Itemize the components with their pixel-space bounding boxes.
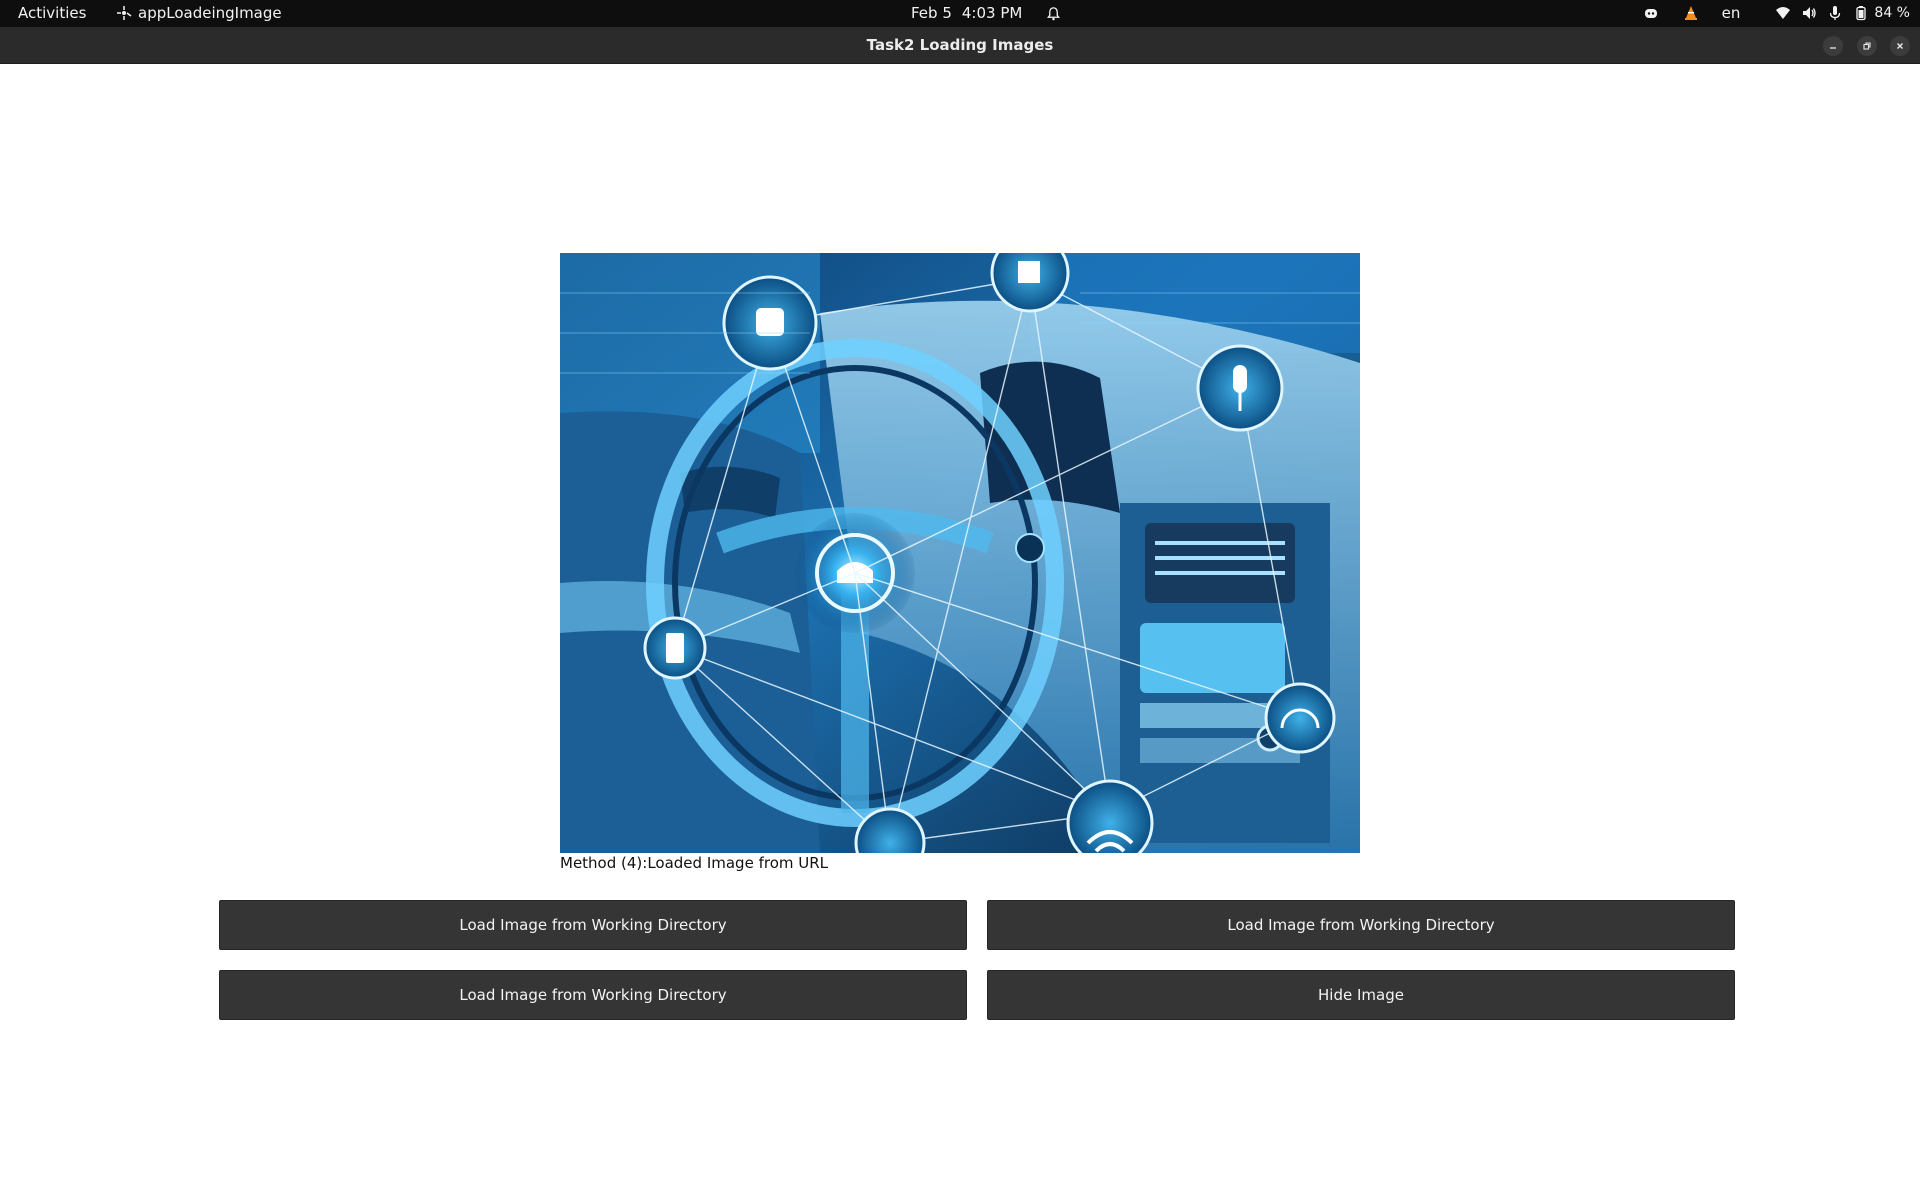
loaded-image — [560, 253, 1360, 853]
vlc-icon[interactable] — [1682, 4, 1700, 22]
car-interior-picture — [560, 253, 1360, 853]
minimize-button[interactable] — [1823, 36, 1843, 56]
activities-button[interactable]: Activities — [18, 4, 86, 22]
battery-percent: 84 % — [1874, 5, 1910, 21]
microphone-icon[interactable] — [1826, 4, 1844, 22]
discord-icon[interactable] — [1642, 4, 1660, 22]
load-image-working-directory-button-2[interactable]: Load Image from Working Directory — [987, 900, 1735, 950]
battery-icon[interactable] — [1852, 4, 1870, 22]
maximize-button[interactable] — [1857, 36, 1877, 56]
volume-icon[interactable] — [1800, 4, 1818, 22]
system-tray[interactable]: en 84 % — [1642, 4, 1910, 22]
close-button[interactable] — [1890, 36, 1910, 56]
clock-time: 4:03 PM — [961, 4, 1023, 22]
window-titlebar[interactable]: Task2 Loading Images — [0, 27, 1920, 64]
image-caption: Method (4):Loaded Image from URL — [560, 854, 829, 872]
alarm-icon — [1047, 6, 1061, 20]
close-icon — [1897, 43, 1903, 49]
clock[interactable]: Feb 5 4:03 PM — [911, 4, 1061, 22]
app-content: Method (4):Loaded Image from URL Load Im… — [0, 64, 1920, 1200]
wifi-icon[interactable] — [1774, 4, 1792, 22]
minimize-icon — [1830, 47, 1836, 49]
load-image-working-directory-button-3[interactable]: Load Image from Working Directory — [219, 970, 967, 1020]
window-title: Task2 Loading Images — [866, 36, 1054, 54]
app-icon — [117, 6, 132, 20]
keyboard-language[interactable]: en — [1722, 4, 1741, 22]
app-name: appLoadeingImage — [138, 4, 282, 22]
load-image-working-directory-button-1[interactable]: Load Image from Working Directory — [219, 900, 967, 950]
app-menu[interactable]: appLoadeingImage — [116, 4, 282, 22]
clock-date: Feb 5 — [911, 4, 952, 22]
system-top-bar: Activities appLoadeingImage Feb 5 4:03 P… — [0, 0, 1920, 27]
hide-image-button[interactable]: Hide Image — [987, 970, 1735, 1020]
restore-icon — [1863, 42, 1871, 50]
